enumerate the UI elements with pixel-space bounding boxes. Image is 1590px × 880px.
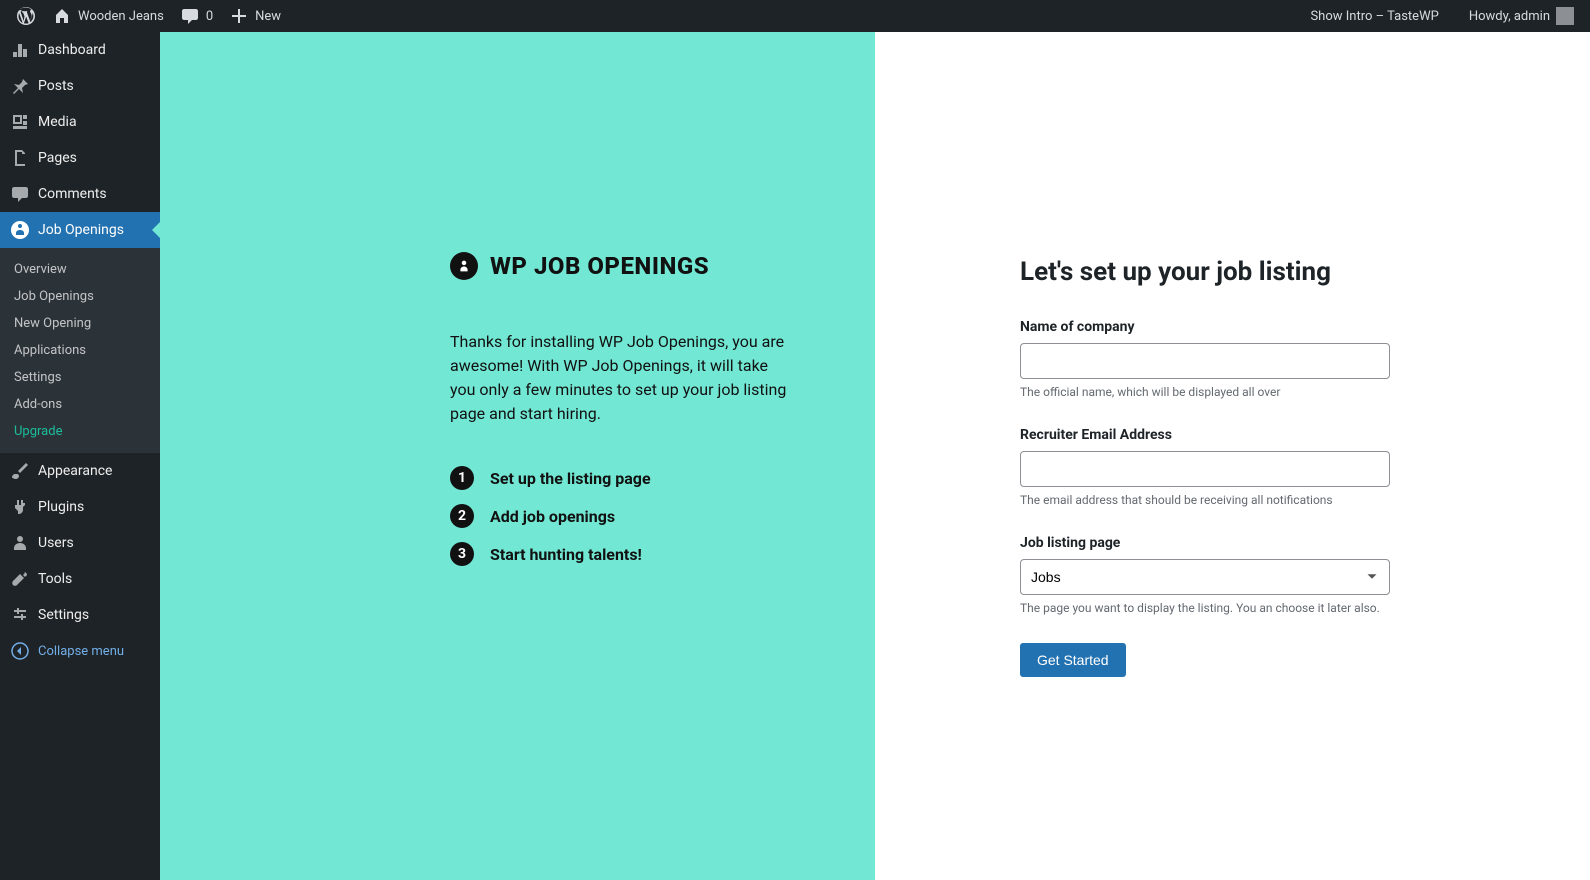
job-page-helper: The page you want to display the listing…	[1020, 601, 1470, 615]
avatar	[1556, 7, 1574, 25]
step-number: 1	[450, 466, 474, 490]
job-page-label: Job listing page	[1020, 535, 1470, 551]
collapse-icon	[10, 641, 30, 661]
company-helper: The official name, which will be display…	[1020, 385, 1470, 399]
home-icon	[52, 6, 72, 26]
brush-icon	[10, 461, 30, 481]
comment-icon	[180, 6, 200, 26]
step-1: 1 Set up the listing page	[450, 466, 795, 490]
submenu-job-openings: Overview Job Openings New Opening Applic…	[0, 248, 160, 453]
submenu-applications[interactable]: Applications	[0, 337, 160, 364]
admin-sidebar: Dashboard Posts Media Pages Comments Job…	[0, 32, 160, 880]
step-2: 2 Add job openings	[450, 504, 795, 528]
email-label: Recruiter Email Address	[1020, 427, 1470, 443]
wp-logo[interactable]	[8, 0, 44, 32]
new-link[interactable]: New	[221, 0, 289, 32]
email-helper: The email address that should be receivi…	[1020, 493, 1470, 507]
users-icon	[10, 533, 30, 553]
plus-icon	[229, 6, 249, 26]
site-name-link[interactable]: Wooden Jeans	[44, 0, 172, 32]
new-label: New	[255, 9, 281, 24]
site-name: Wooden Jeans	[78, 9, 164, 24]
step-text: Add job openings	[490, 507, 615, 526]
form-title: Let's set up your job listing	[1020, 257, 1470, 287]
dashboard-icon	[10, 40, 30, 60]
logo-text: WP JOB OPENINGS	[490, 252, 709, 280]
submenu-new-opening[interactable]: New Opening	[0, 310, 160, 337]
menu-plugins[interactable]: Plugins	[0, 489, 160, 525]
show-intro-link[interactable]: Show Intro – TasteWP	[1302, 0, 1446, 32]
step-number: 2	[450, 504, 474, 528]
main-content: WP JOB OPENINGS Thanks for installing WP…	[160, 32, 1590, 880]
menu-comments[interactable]: Comments	[0, 176, 160, 212]
submenu-overview[interactable]: Overview	[0, 256, 160, 283]
plugin-icon	[10, 497, 30, 517]
comment-icon	[10, 184, 30, 204]
form-panel: Let's set up your job listing Name of co…	[875, 32, 1590, 880]
submenu-add-ons[interactable]: Add-ons	[0, 391, 160, 418]
company-label: Name of company	[1020, 319, 1470, 335]
field-company: Name of company The official name, which…	[1020, 319, 1470, 399]
job-page-select[interactable]: Jobs	[1020, 559, 1390, 595]
submenu-upgrade[interactable]: Upgrade	[0, 418, 160, 445]
account-link[interactable]: Howdy, admin	[1461, 0, 1582, 32]
get-started-button[interactable]: Get Started	[1020, 643, 1126, 677]
step-text: Set up the listing page	[490, 469, 651, 488]
step-number: 3	[450, 542, 474, 566]
collapse-menu[interactable]: Collapse menu	[0, 633, 160, 669]
email-input[interactable]	[1020, 451, 1390, 487]
field-email: Recruiter Email Address The email addres…	[1020, 427, 1470, 507]
settings-icon	[10, 605, 30, 625]
intro-panel: WP JOB OPENINGS Thanks for installing WP…	[160, 32, 875, 880]
plugin-logo: WP JOB OPENINGS	[450, 252, 795, 280]
media-icon	[10, 112, 30, 132]
menu-pages[interactable]: Pages	[0, 140, 160, 176]
menu-tools[interactable]: Tools	[0, 561, 160, 597]
step-text: Start hunting talents!	[490, 545, 642, 564]
menu-users[interactable]: Users	[0, 525, 160, 561]
job-icon	[10, 220, 30, 240]
comments-count: 0	[206, 9, 213, 24]
admin-bar: Wooden Jeans 0 New Show Intro – TasteWP …	[0, 0, 1590, 32]
field-job-page: Job listing page Jobs The page you want …	[1020, 535, 1470, 615]
step-3: 3 Start hunting talents!	[450, 542, 795, 566]
menu-job-openings[interactable]: Job Openings	[0, 212, 160, 248]
menu-settings[interactable]: Settings	[0, 597, 160, 633]
menu-media[interactable]: Media	[0, 104, 160, 140]
menu-dashboard[interactable]: Dashboard	[0, 32, 160, 68]
comments-link[interactable]: 0	[172, 0, 221, 32]
pin-icon	[10, 76, 30, 96]
menu-appearance[interactable]: Appearance	[0, 453, 160, 489]
pages-icon	[10, 148, 30, 168]
submenu-job-openings[interactable]: Job Openings	[0, 283, 160, 310]
menu-posts[interactable]: Posts	[0, 68, 160, 104]
logo-icon	[450, 252, 478, 280]
wordpress-icon	[16, 6, 36, 26]
submenu-settings[interactable]: Settings	[0, 364, 160, 391]
company-input[interactable]	[1020, 343, 1390, 379]
tools-icon	[10, 569, 30, 589]
welcome-text: Thanks for installing WP Job Openings, y…	[450, 330, 795, 426]
